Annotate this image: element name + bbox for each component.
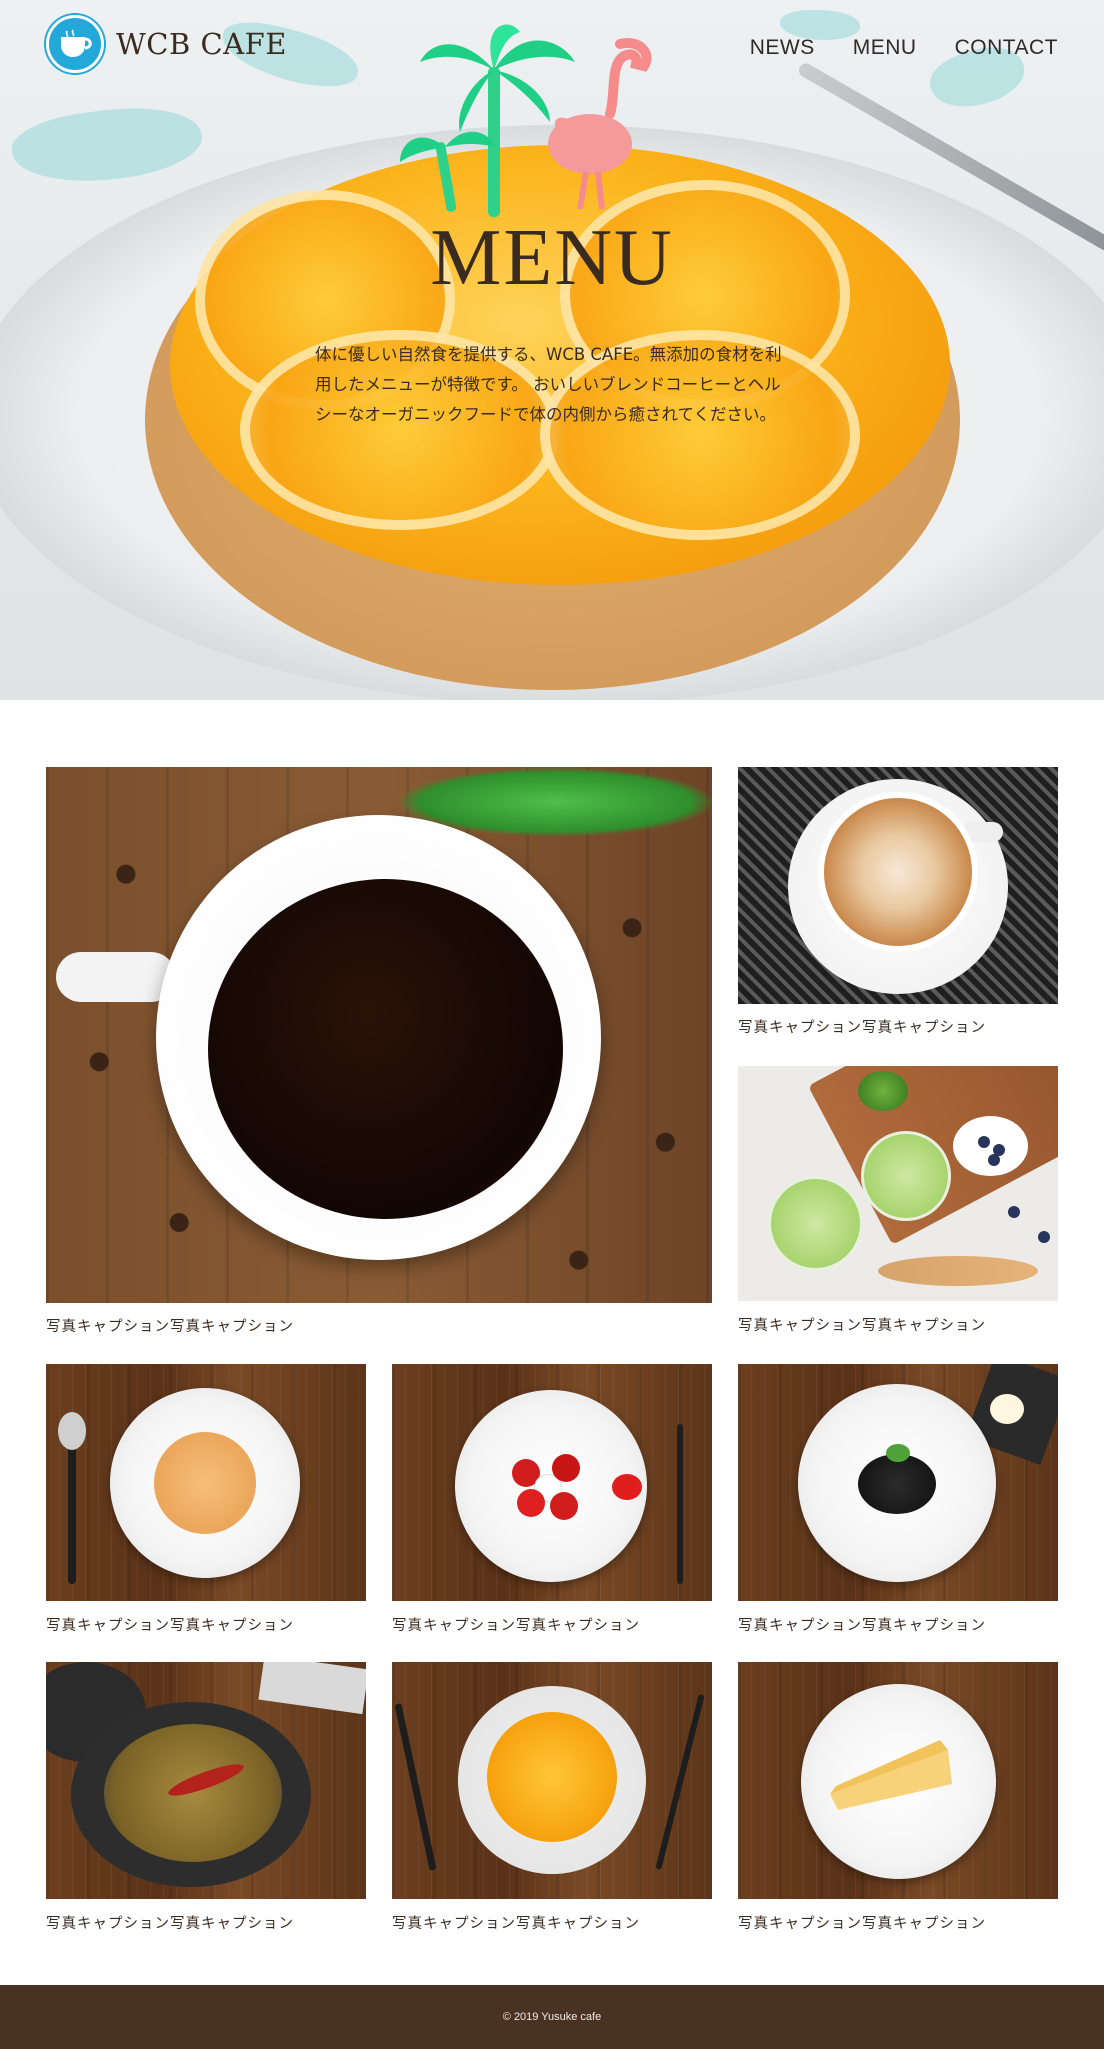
photo-caption: 写真キャプション写真キャプション	[392, 1618, 640, 1634]
blueberry-decoration	[1008, 1206, 1020, 1218]
tomato-decoration	[517, 1489, 545, 1517]
gallery-item[interactable]: 写真キャプション写真キャプション	[46, 1662, 366, 1932]
black-coffee-photo	[46, 767, 712, 1303]
fork-decoration	[677, 1424, 683, 1584]
green-smoothie-photo	[738, 1066, 1058, 1301]
tomato-decoration	[612, 1474, 642, 1500]
photo-caption: 写真キャプション写真キャプション	[738, 1020, 986, 1036]
page-title: MENU	[430, 214, 674, 302]
hero-section: WCB CAFE NEWS MENU CONTACT MENU 体に優しい自然食…	[0, 0, 1104, 700]
tomato-decoration	[550, 1492, 578, 1520]
wooden-spoon-decoration	[878, 1256, 1038, 1286]
site-footer: © 2019 Yusuke cafe	[0, 1985, 1104, 2049]
photo-caption: 写真キャプション写真キャプション	[738, 1618, 986, 1634]
gallery-item[interactable]: 写真キャプション写真キャプション	[46, 767, 712, 1337]
gallery-item[interactable]: 写真キャプション写真キャプション	[738, 767, 1058, 1037]
blueberry-decoration	[988, 1154, 1000, 1166]
nav-news-link[interactable]: NEWS	[750, 36, 815, 60]
photo-caption: 写真キャプション写真キャプション	[392, 1916, 640, 1932]
soup-decoration	[154, 1432, 256, 1534]
nav-contact-link[interactable]: CONTACT	[955, 36, 1058, 60]
pasta-decoration	[858, 1454, 936, 1514]
soup-photo	[46, 1364, 366, 1601]
cheese-decoration	[990, 1394, 1024, 1424]
blueberry-decoration	[978, 1136, 990, 1148]
caprese-salad-photo	[392, 1364, 712, 1601]
flamingo-pick-icon	[548, 38, 652, 209]
smoothie-glass-decoration	[768, 1176, 863, 1271]
cheesecake-photo	[738, 1662, 1058, 1899]
site-logo[interactable]: WCB CAFE	[46, 14, 287, 74]
gallery-item[interactable]: 写真キャプション写真キャプション	[738, 1066, 1058, 1336]
main-nav: NEWS MENU CONTACT	[750, 36, 1058, 60]
spoon-bowl-decoration	[58, 1412, 86, 1450]
nav-menu-link[interactable]: MENU	[853, 36, 917, 60]
photo-caption: 写真キャプション写真キャプション	[738, 1916, 986, 1932]
gallery-item[interactable]: 写真キャプション写真キャプション	[738, 1364, 1058, 1634]
newspaper-decoration	[258, 1662, 366, 1715]
brand-name: WCB CAFE	[116, 27, 287, 61]
basil-decoration	[886, 1444, 910, 1462]
squid-ink-pasta-photo	[738, 1364, 1058, 1601]
blueberry-decoration	[1038, 1231, 1050, 1243]
fork-decoration	[655, 1693, 705, 1871]
mug-handle-decoration	[56, 952, 176, 1002]
tart-decoration	[487, 1712, 617, 1842]
gallery-item[interactable]: 写真キャプション写真キャプション	[46, 1364, 366, 1634]
cheesecake-slice-icon	[830, 1740, 952, 1810]
copyright-text: © 2019 Yusuke cafe	[502, 2011, 602, 2023]
smoothie-glass-decoration	[861, 1131, 951, 1221]
photo-caption: 写真キャプション写真キャプション	[738, 1318, 986, 1334]
gallery-item[interactable]: 写真キャプション写真キャプション	[392, 1662, 712, 1932]
photo-caption: 写真キャプション写真キャプション	[46, 1319, 294, 1335]
knife-decoration	[394, 1703, 437, 1871]
photo-caption: 写真キャプション写真キャプション	[46, 1916, 294, 1932]
cafe-cup-logo-icon	[46, 15, 104, 73]
hero-description: 体に優しい自然食を提供する、WCB CAFE。無添加の食材を利用したメニューが特…	[315, 345, 782, 424]
ajillo-decoration	[104, 1724, 282, 1862]
blueberry-bowl-decoration	[953, 1116, 1028, 1176]
gallery-item[interactable]: 写真キャプション写真キャプション	[392, 1364, 712, 1634]
spoon-decoration	[68, 1434, 76, 1584]
ajillo-pot-photo	[46, 1662, 366, 1899]
coffee-decoration	[208, 879, 563, 1219]
latte-art-photo	[738, 767, 1058, 1004]
photo-caption: 写真キャプション写真キャプション	[46, 1618, 294, 1634]
succulent-decoration	[858, 1071, 908, 1111]
tomato-decoration	[552, 1454, 580, 1482]
orange-tart-photo	[392, 1662, 712, 1899]
latte-cup-decoration	[818, 792, 978, 952]
sea-glass-decoration	[8, 97, 206, 193]
gallery-item[interactable]: 写真キャプション写真キャプション	[738, 1662, 1058, 1932]
